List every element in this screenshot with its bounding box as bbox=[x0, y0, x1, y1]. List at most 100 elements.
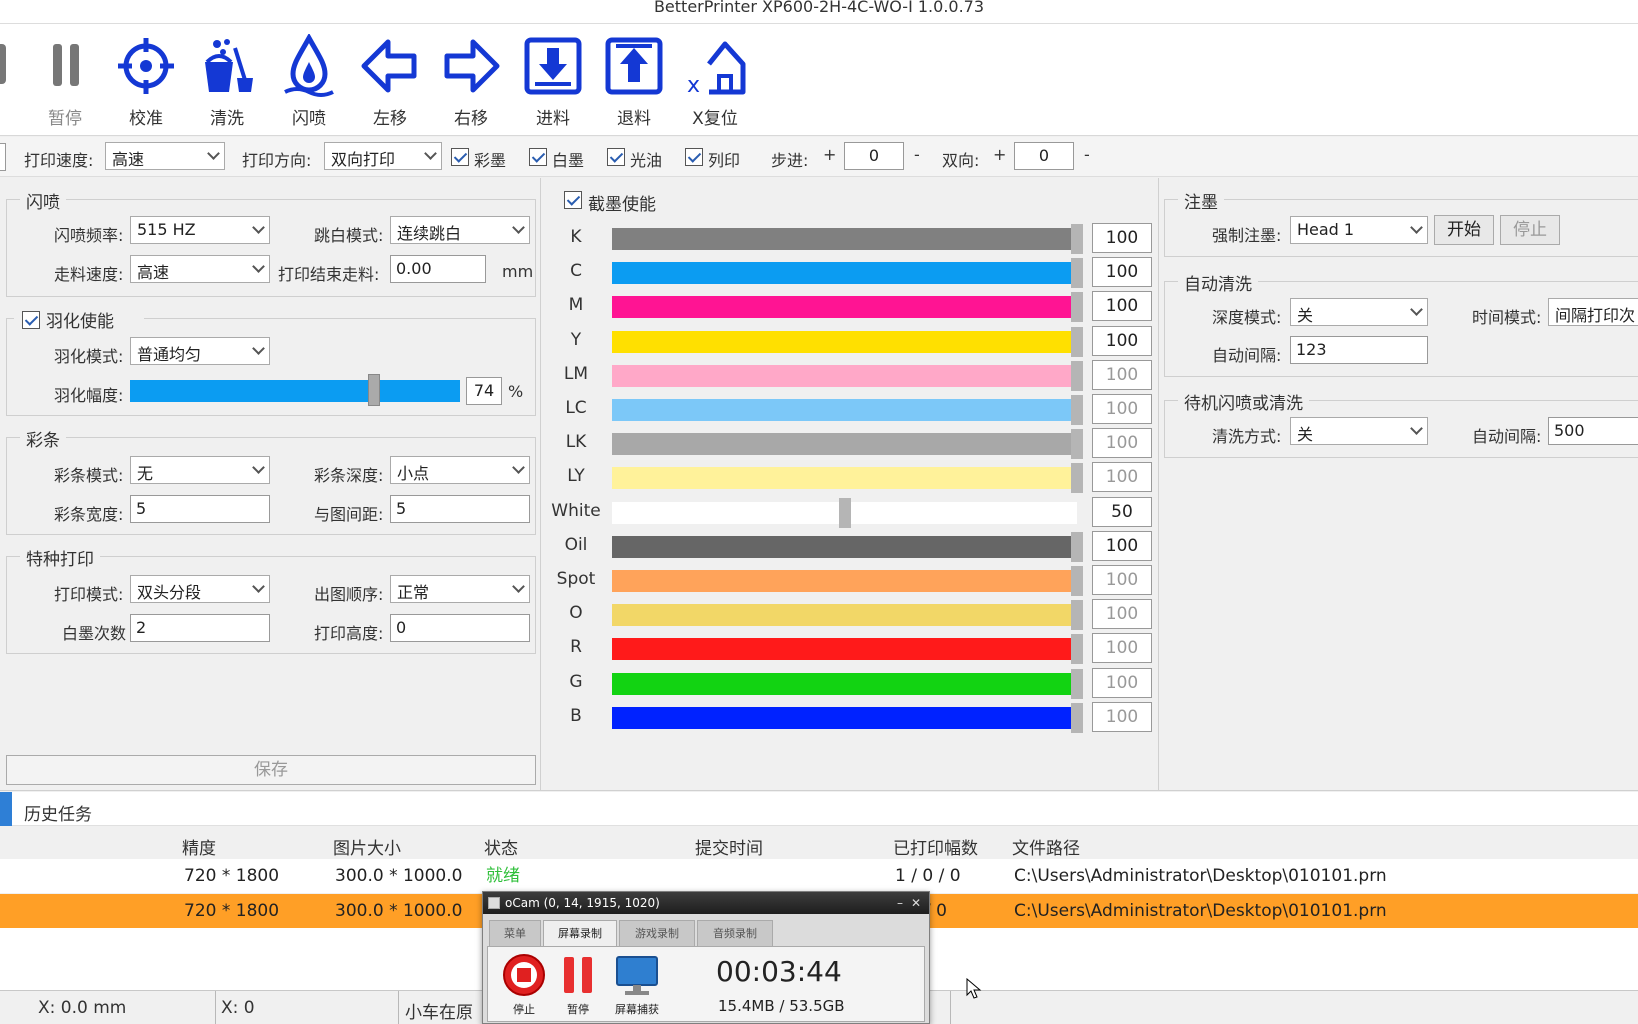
ink-limit-value-input[interactable]: 100 bbox=[1092, 702, 1152, 732]
feather-amp-slider-thumb[interactable] bbox=[368, 374, 380, 406]
move-left-button[interactable]: 左移 bbox=[351, 34, 429, 129]
ink-limit-value-input[interactable]: 100 bbox=[1092, 291, 1152, 321]
ink-limit-slider-track[interactable] bbox=[612, 296, 1077, 318]
ink-limit-value-input[interactable]: 100 bbox=[1092, 257, 1152, 287]
ink-limit-slider-track[interactable] bbox=[612, 638, 1077, 660]
ink-limit-slider-thumb[interactable] bbox=[1071, 361, 1083, 391]
table-row[interactable]: 720 * 1800 300.0 * 1000.0 就绪 1 / 0 / 0 C… bbox=[0, 859, 1638, 893]
ink-limit-slider-track[interactable] bbox=[612, 433, 1077, 455]
strip-gap-input[interactable]: 5 bbox=[390, 495, 530, 523]
ink-limit-slider-track[interactable] bbox=[612, 467, 1077, 489]
ocam-tab-menu[interactable]: 菜单 bbox=[489, 920, 541, 946]
bidir-minus-button[interactable]: - bbox=[1084, 145, 1090, 164]
column-header-printed-count[interactable]: 已打印幅数 bbox=[893, 834, 978, 859]
column-header-image-size[interactable]: 图片大小 bbox=[333, 834, 401, 859]
ocam-stop-button[interactable]: 停止 bbox=[502, 953, 546, 1017]
white-ink-checkbox[interactable] bbox=[529, 148, 547, 166]
ink-limit-value-input[interactable]: 100 bbox=[1092, 428, 1152, 458]
ink-limit-slider-thumb[interactable] bbox=[839, 498, 851, 528]
pause-button[interactable]: 暂停 bbox=[26, 34, 104, 129]
strip-mode-select[interactable]: 无 bbox=[130, 456, 270, 484]
ink-limit-slider-thumb[interactable] bbox=[1071, 258, 1083, 288]
ink-limit-value-input[interactable]: 100 bbox=[1092, 326, 1152, 356]
column-header-submit-time[interactable]: 提交时间 bbox=[695, 834, 763, 859]
output-order-select[interactable]: 正常 bbox=[390, 575, 530, 603]
move-speed-select[interactable]: 高速 bbox=[130, 255, 270, 283]
ink-limit-value-input[interactable]: 100 bbox=[1092, 394, 1152, 424]
auto-interval-input[interactable]: 123 bbox=[1290, 336, 1428, 364]
ocam-tab-game-record[interactable]: 游戏录制 bbox=[619, 920, 695, 946]
special-mode-select[interactable]: 双头分段 bbox=[130, 575, 270, 603]
ink-limit-value-input[interactable]: 100 bbox=[1092, 531, 1152, 561]
print-height-input[interactable]: 0 bbox=[390, 614, 530, 642]
ink-limit-enable-checkbox[interactable] bbox=[564, 191, 582, 209]
move-right-button[interactable]: 右移 bbox=[432, 34, 510, 129]
print-direction-select[interactable]: 双向打印 bbox=[324, 142, 442, 170]
print-speed-select[interactable]: 高速 bbox=[105, 142, 225, 170]
ink-limit-value-input[interactable]: 100 bbox=[1092, 599, 1152, 629]
ocam-pause-button[interactable]: 暂停 bbox=[556, 953, 600, 1017]
skip-mode-select[interactable]: 连续跳白 bbox=[390, 216, 530, 244]
ink-limit-slider-thumb[interactable] bbox=[1071, 292, 1083, 322]
ink-limit-slider-thumb[interactable] bbox=[1071, 600, 1083, 630]
ink-limit-value-input[interactable]: 100 bbox=[1092, 360, 1152, 390]
ink-limit-slider-track[interactable] bbox=[612, 570, 1077, 592]
ink-limit-slider-track[interactable] bbox=[612, 673, 1077, 695]
previous-button-partial[interactable] bbox=[0, 44, 6, 84]
ink-limit-slider-thumb[interactable] bbox=[1071, 327, 1083, 357]
save-button[interactable]: 保存 bbox=[6, 755, 536, 785]
column-header-status[interactable]: 状态 bbox=[484, 834, 518, 859]
strip-width-input[interactable]: 5 bbox=[130, 495, 270, 523]
clean-button[interactable]: 清洗 bbox=[188, 34, 266, 129]
ocam-titlebar[interactable]: oCam (0, 14, 1915, 1020) – ✕ bbox=[483, 892, 929, 914]
feather-amp-slider[interactable] bbox=[130, 380, 460, 402]
step-minus-button[interactable]: - bbox=[914, 145, 920, 164]
ink-limit-slider-track[interactable] bbox=[612, 228, 1077, 250]
column-print-checkbox[interactable] bbox=[685, 148, 703, 166]
white-times-input[interactable]: 2 bbox=[130, 614, 270, 642]
ink-limit-slider-track[interactable] bbox=[612, 399, 1077, 421]
end-feed-input[interactable]: 0.00 bbox=[390, 255, 486, 283]
feather-enable-checkbox[interactable] bbox=[22, 311, 40, 329]
time-mode-select[interactable]: 间隔打印次 bbox=[1548, 298, 1638, 326]
ink-limit-slider-thumb[interactable] bbox=[1071, 224, 1083, 254]
ocam-tab-screen-record[interactable]: 屏幕录制 bbox=[543, 920, 617, 946]
feather-mode-select[interactable]: 普通均匀 bbox=[130, 337, 270, 365]
ink-limit-value-input[interactable]: 100 bbox=[1092, 633, 1152, 663]
calibrate-button[interactable]: 校准 bbox=[107, 34, 185, 129]
flash-freq-select[interactable]: 515 HZ bbox=[130, 216, 270, 244]
depth-mode-select[interactable]: 关 bbox=[1290, 298, 1428, 326]
step-plus-button[interactable]: + bbox=[823, 145, 836, 164]
ink-limit-slider-track[interactable] bbox=[612, 331, 1077, 353]
ink-limit-slider-track[interactable] bbox=[612, 365, 1077, 387]
minimize-icon[interactable]: – bbox=[897, 892, 903, 914]
ocam-tab-audio-record[interactable]: 音频录制 bbox=[697, 920, 773, 946]
force-inject-select[interactable]: Head 1 bbox=[1290, 216, 1428, 244]
ink-limit-slider-thumb[interactable] bbox=[1071, 463, 1083, 493]
ink-limit-slider-thumb[interactable] bbox=[1071, 429, 1083, 459]
ink-limit-value-input[interactable]: 100 bbox=[1092, 565, 1152, 595]
standby-interval-input[interactable]: 500 bbox=[1548, 417, 1638, 445]
ink-limit-value-input[interactable]: 50 bbox=[1092, 497, 1152, 527]
ink-limit-slider-thumb[interactable] bbox=[1071, 395, 1083, 425]
ink-limit-slider-thumb[interactable] bbox=[1071, 703, 1083, 733]
ink-limit-slider-thumb[interactable] bbox=[1071, 532, 1083, 562]
feed-in-button[interactable]: 进料 bbox=[514, 34, 592, 129]
ink-limit-value-input[interactable]: 100 bbox=[1092, 462, 1152, 492]
column-header-file-path[interactable]: 文件路径 bbox=[1012, 834, 1080, 859]
inject-stop-button[interactable]: 停止 bbox=[1500, 215, 1560, 245]
bidir-plus-button[interactable]: + bbox=[993, 145, 1006, 164]
ink-limit-slider-track[interactable] bbox=[612, 262, 1077, 284]
ink-limit-value-input[interactable]: 100 bbox=[1092, 668, 1152, 698]
history-tab[interactable]: 历史任务 bbox=[0, 792, 1638, 826]
ink-limit-slider-thumb[interactable] bbox=[1071, 634, 1083, 664]
feed-out-button[interactable]: 退料 bbox=[595, 34, 673, 129]
strip-depth-select[interactable]: 小点 bbox=[390, 456, 530, 484]
step-input[interactable]: 0 bbox=[844, 142, 904, 170]
column-header-resolution[interactable]: 精度 bbox=[182, 834, 216, 859]
inject-start-button[interactable]: 开始 bbox=[1434, 215, 1494, 245]
close-icon[interactable]: ✕ bbox=[911, 892, 921, 914]
bidir-input[interactable]: 0 bbox=[1014, 142, 1074, 170]
ink-limit-slider-track[interactable] bbox=[612, 707, 1077, 729]
x-home-button[interactable]: x X复位 bbox=[676, 34, 754, 129]
